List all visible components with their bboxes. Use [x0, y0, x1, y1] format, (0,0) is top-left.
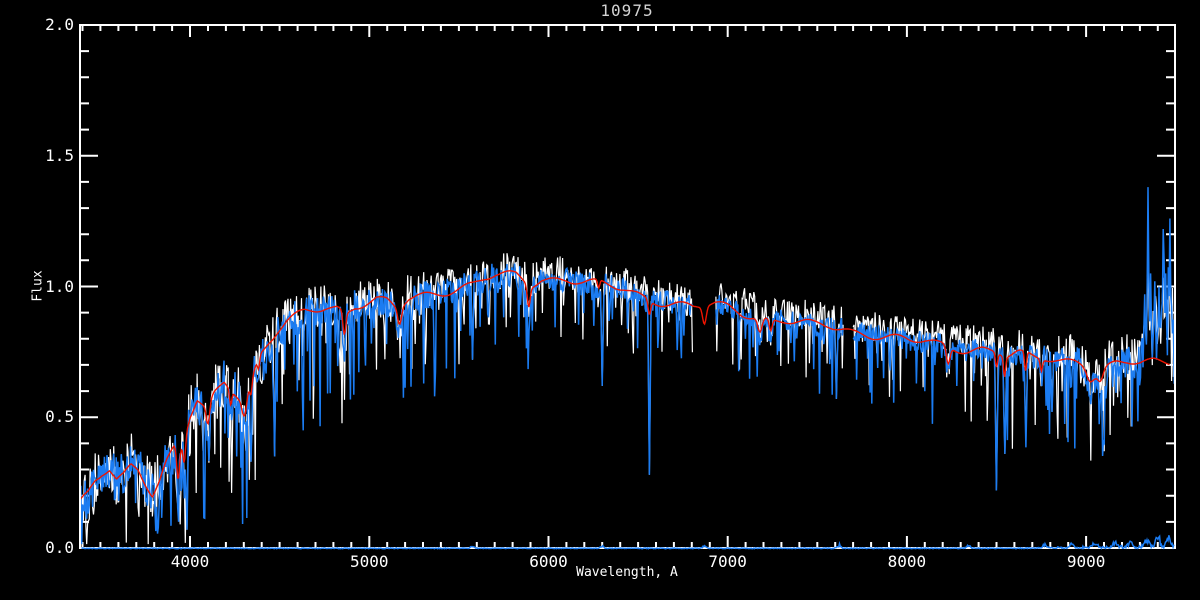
y-tick-label: 0.0	[45, 538, 74, 557]
y-tick-label: 1.0	[45, 276, 74, 296]
x-tick-label: 8000	[887, 552, 927, 571]
y-tick-label: 1.5	[45, 145, 74, 165]
x-tick-label: 4000	[170, 552, 210, 571]
spectrum-plot-screen: 10975 Wavelength, A Flux 4000 5000 6000 700…	[0, 0, 1200, 600]
y-tick-label: 2.0	[45, 15, 74, 34]
x-axis-label: Wavelength, A	[576, 565, 678, 580]
chart-title: 10975	[600, 1, 654, 20]
y-tick-label: 0.5	[45, 407, 74, 427]
noise-floor-spectrum	[81, 534, 1175, 550]
spectrum-plot-canvas	[79, 24, 1176, 550]
x-tick-label: 5000	[349, 552, 389, 571]
x-tick-label: 7000	[708, 552, 747, 571]
x-tick-label: 9000	[1066, 552, 1106, 571]
x-tick-label: 6000	[529, 552, 568, 571]
